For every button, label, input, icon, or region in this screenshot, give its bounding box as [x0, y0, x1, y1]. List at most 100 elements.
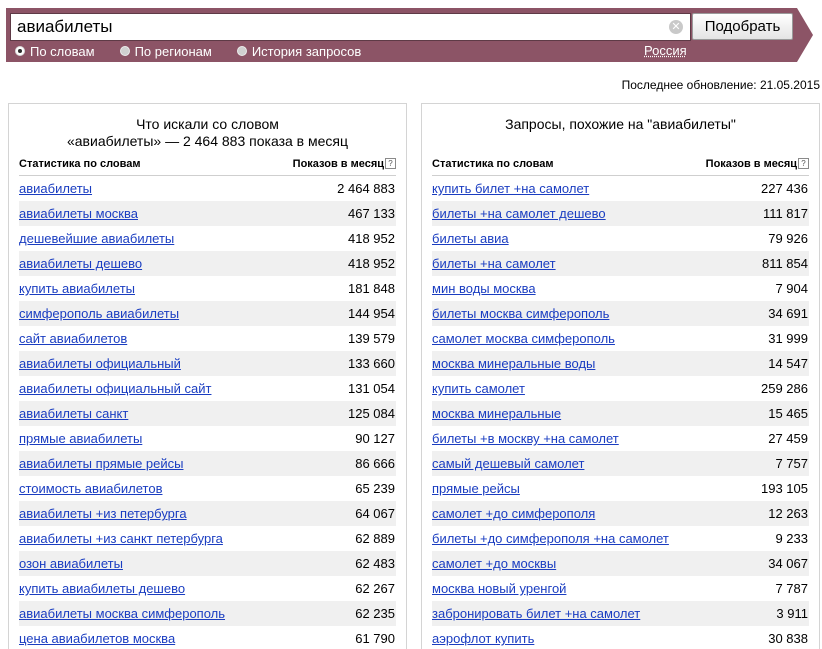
impressions-count: 62 483	[355, 556, 395, 571]
phrase-link[interactable]: купить билет +на самолет	[432, 181, 589, 196]
impressions-count: 34 067	[768, 556, 808, 571]
impressions-count: 111 817	[762, 206, 808, 221]
similar-queries-panel: Запросы, похожие на "авиабилеты" Статист…	[421, 103, 820, 649]
help-icon[interactable]: ?	[385, 158, 396, 169]
last-update-text: Последнее обновление: 21.05.2015	[621, 78, 820, 92]
table-row: мин воды москва 7 904	[432, 276, 809, 301]
phrase-link[interactable]: прямые рейсы	[432, 481, 520, 496]
impressions-count: 181 848	[348, 281, 395, 296]
search-bar: ✕ Подобрать По словам По регионам Истори…	[6, 8, 813, 62]
region-selector-link[interactable]: Россия	[644, 43, 687, 58]
phrase-link[interactable]: билеты +до симферополя +на самолет	[432, 531, 669, 546]
impressions-count: 31 999	[768, 331, 808, 346]
phrase-link[interactable]: мин воды москва	[432, 281, 536, 296]
phrase-link[interactable]: билеты авиа	[432, 231, 509, 246]
impressions-count: 7 757	[775, 456, 808, 471]
impressions-count: 34 691	[768, 306, 808, 321]
table-row: авиабилеты 2 464 883	[19, 176, 396, 201]
phrase-link[interactable]: авиабилеты +из петербурга	[19, 506, 187, 521]
phrase-link[interactable]: купить самолет	[432, 381, 525, 396]
impressions-count: 62 235	[355, 606, 395, 621]
phrase-link[interactable]: цена авиабилетов москва	[19, 631, 175, 646]
search-input[interactable]	[11, 14, 690, 40]
word-stats-list: авиабилеты 2 464 883 авиабилеты москва 467 …	[19, 176, 396, 649]
phrase-link[interactable]: авиабилеты прямые рейсы	[19, 456, 183, 471]
phrase-link[interactable]: авиабилеты санкт	[19, 406, 128, 421]
impressions-count: 227 436	[761, 181, 808, 196]
phrase-link[interactable]: прямые авиабилеты	[19, 431, 142, 446]
table-row: авиабилеты +из санкт петербурга 62 889	[19, 526, 396, 551]
phrase-link[interactable]: москва минеральные воды	[432, 356, 595, 371]
help-icon[interactable]: ?	[798, 158, 809, 169]
impressions-count: 14 547	[768, 356, 808, 371]
impressions-count: 3 911	[776, 606, 808, 621]
word-stats-panel: Что искали со словом «авиабилеты» — 2 46…	[8, 103, 407, 649]
phrase-link[interactable]: билеты +на самолет	[432, 256, 556, 271]
impressions-count: 62 267	[355, 581, 395, 596]
phrase-link[interactable]: авиабилеты +из санкт петербурга	[19, 531, 223, 546]
mode-by-words[interactable]: По словам	[15, 44, 95, 59]
phrase-link[interactable]: билеты москва симферополь	[432, 306, 609, 321]
phrase-link[interactable]: дешевейшие авиабилеты	[19, 231, 174, 246]
phrase-link[interactable]: самолет +до симферополя	[432, 506, 595, 521]
impressions-count: 2 464 883	[337, 181, 395, 196]
radio-unselected-icon[interactable]	[120, 46, 130, 56]
table-row: купить авиабилеты 181 848	[19, 276, 396, 301]
phrase-link[interactable]: стоимость авиабилетов	[19, 481, 162, 496]
impressions-count: 65 239	[355, 481, 395, 496]
table-row: авиабилеты прямые рейсы 86 666	[19, 451, 396, 476]
phrase-link[interactable]: купить авиабилеты дешево	[19, 581, 185, 596]
phrase-link[interactable]: авиабилеты	[19, 181, 92, 196]
mode-by-regions[interactable]: По регионам	[120, 44, 212, 59]
table-row: стоимость авиабилетов 65 239	[19, 476, 396, 501]
phrase-link[interactable]: самый дешевый самолет	[432, 456, 584, 471]
phrase-link[interactable]: авиабилеты официальный сайт	[19, 381, 211, 396]
table-row: билеты +на самолет дешево 111 817	[432, 201, 809, 226]
radio-unselected-icon[interactable]	[237, 46, 247, 56]
phrase-link[interactable]: купить авиабилеты	[19, 281, 135, 296]
phrase-link[interactable]: авиабилеты москва	[19, 206, 138, 221]
impressions-count: 86 666	[355, 456, 395, 471]
phrase-link[interactable]: самолет москва симферополь	[432, 331, 615, 346]
table-row: москва новый уренгой 7 787	[432, 576, 809, 601]
table-row: авиабилеты москва 467 133	[19, 201, 396, 226]
table-row: озон авиабилеты 62 483	[19, 551, 396, 576]
table-row: билеты +на самолет 811 854	[432, 251, 809, 276]
phrase-link[interactable]: озон авиабилеты	[19, 556, 123, 571]
mode-query-history[interactable]: История запросов	[237, 44, 362, 59]
submit-button[interactable]: Подобрать	[692, 13, 793, 40]
mode-by-regions-label: По регионам	[134, 43, 212, 59]
search-input-wrapper: ✕	[10, 13, 691, 41]
table-row: самолет москва симферополь 31 999	[432, 326, 809, 351]
phrase-link[interactable]: аэрофлот купить	[432, 631, 534, 646]
impressions-count: 64 067	[355, 506, 395, 521]
table-row: билеты авиа 79 926	[432, 226, 809, 251]
phrase-link[interactable]: билеты +на самолет дешево	[432, 206, 606, 221]
clear-icon[interactable]: ✕	[669, 20, 683, 34]
phrase-link[interactable]: забронировать билет +на самолет	[432, 606, 640, 621]
phrase-link[interactable]: авиабилеты москва симферополь	[19, 606, 225, 621]
impressions-count: 90 127	[355, 431, 395, 446]
table-header: Статистика по словам Показов в месяц?	[19, 158, 396, 176]
mode-query-history-label: История запросов	[251, 43, 362, 59]
search-mode-selector: По словам По регионам История запросов	[15, 43, 386, 59]
impressions-count: 133 660	[348, 356, 395, 371]
table-row: авиабилеты +из петербурга 64 067	[19, 501, 396, 526]
radio-selected-icon[interactable]	[15, 46, 25, 56]
table-row: самолет +до симферополя 12 263	[432, 501, 809, 526]
column-header-count-label: Показов в месяц	[292, 158, 384, 170]
phrase-link[interactable]: москва минеральные	[432, 406, 561, 421]
table-row: билеты +до симферополя +на самолет 9 233	[432, 526, 809, 551]
table-row: дешевейшие авиабилеты 418 952	[19, 226, 396, 251]
phrase-link[interactable]: сайт авиабилетов	[19, 331, 127, 346]
phrase-link[interactable]: москва новый уренгой	[432, 581, 566, 596]
phrase-link[interactable]: авиабилеты дешево	[19, 256, 142, 271]
phrase-link[interactable]: авиабилеты официальный	[19, 356, 181, 371]
impressions-count: 144 954	[348, 306, 395, 321]
phrase-link[interactable]: симферополь авиабилеты	[19, 306, 179, 321]
impressions-count: 125 084	[348, 406, 395, 421]
phrase-link[interactable]: билеты +в москву +на самолет	[432, 431, 619, 446]
phrase-link[interactable]: самолет +до москвы	[432, 556, 556, 571]
impressions-count: 193 105	[761, 481, 808, 496]
table-row: прямые рейсы 193 105	[432, 476, 809, 501]
